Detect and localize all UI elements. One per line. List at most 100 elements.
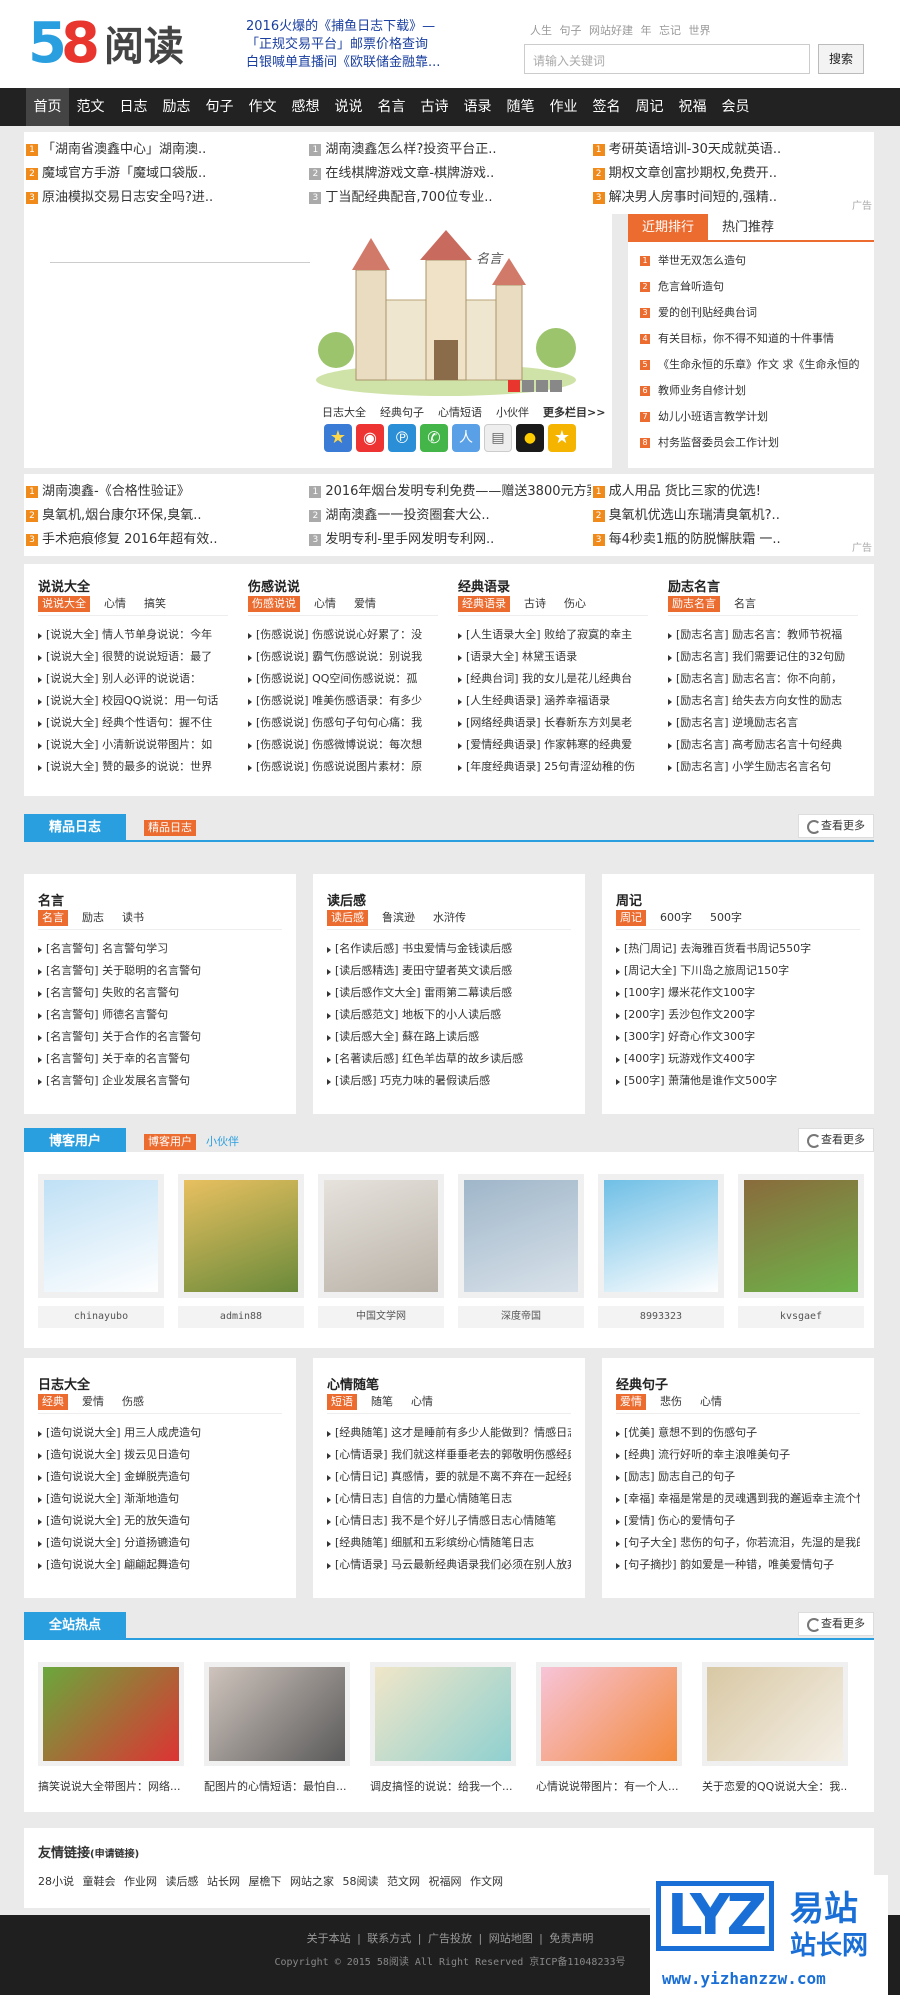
nav-item[interactable]: 古诗: [413, 88, 456, 126]
user-card[interactable]: 8993323: [598, 1174, 724, 1328]
user-card[interactable]: kvsgaef: [738, 1174, 864, 1328]
article-link[interactable]: [经典随笔] 细腻和五彩缤纷心情随笔日志: [327, 1532, 571, 1554]
ad-link[interactable]: 1 成人用品 货比三家的优选!: [591, 480, 874, 504]
nav-item[interactable]: 祝福: [671, 88, 714, 126]
hot-picture-card[interactable]: 调皮搞怪的说说：给我一个...: [370, 1662, 516, 1794]
article-link[interactable]: [伤感说说] 伤感句子句句心痛：我: [248, 712, 438, 734]
renren-icon[interactable]: 人: [452, 424, 480, 452]
article-link[interactable]: [爱情经典语录] 作家韩寒的经典爱: [458, 734, 648, 756]
column-tab[interactable]: 短语: [327, 1394, 357, 1410]
article-link[interactable]: [句子大全] 悲伤的句子，你若流泪，先湿的是我的: [616, 1532, 860, 1554]
article-link[interactable]: [爱情] 伤心的爱情句子: [616, 1510, 860, 1532]
article-link[interactable]: [造句说说大全] 无的放矢造句: [38, 1510, 282, 1532]
article-link[interactable]: [300字] 好奇心作文300字: [616, 1026, 860, 1048]
user-avatar[interactable]: [178, 1174, 304, 1298]
article-link[interactable]: [网络经典语录] 长春新东方刘昊老: [458, 712, 648, 734]
ad-link[interactable]: 2 臭氧机,烟台康尔环保,臭氧..: [24, 504, 307, 528]
star-icon[interactable]: ★: [324, 424, 352, 452]
pager-dot[interactable]: [522, 380, 534, 392]
article-link[interactable]: [励志名言] 励志名言：你不向前，: [668, 668, 858, 690]
user-card[interactable]: 中国文学网: [318, 1174, 444, 1328]
tencent-weibo-icon[interactable]: ℗: [388, 424, 416, 452]
user-avatar[interactable]: [738, 1174, 864, 1298]
article-link[interactable]: [造句说说大全] 分道扬镳造句: [38, 1532, 282, 1554]
column-tab[interactable]: 经典语录: [458, 596, 510, 612]
nav-item[interactable]: 会员: [714, 88, 757, 126]
article-link[interactable]: [励志名言] 小学生励志名言名句: [668, 756, 858, 778]
nav-item[interactable]: 句子: [198, 88, 241, 126]
nav-item[interactable]: 签名: [585, 88, 628, 126]
nav-item[interactable]: 作业: [542, 88, 585, 126]
user-name[interactable]: 中国文学网: [318, 1306, 444, 1328]
nav-item[interactable]: 范文: [69, 88, 112, 126]
qq-icon[interactable]: ●: [516, 424, 544, 452]
user-name[interactable]: admin88: [178, 1306, 304, 1328]
article-link[interactable]: [说说大全] 很赞的说说短语：最了: [38, 646, 228, 668]
nav-item[interactable]: 作文: [241, 88, 284, 126]
section-title[interactable]: 全站热点: [24, 1612, 126, 1640]
article-link[interactable]: [心情语录] 我们就这样垂垂老去的郭敬明伤感经典: [327, 1444, 571, 1466]
column-tab[interactable]: 搞笑: [140, 596, 170, 612]
column-tab[interactable]: 古诗: [520, 596, 550, 612]
column-title[interactable]: 心情随笔: [327, 1374, 571, 1394]
article-link[interactable]: [名言警句] 师德名言警句: [38, 1004, 282, 1026]
article-link[interactable]: [伤感说说] 伤感说说心好累了：没: [248, 624, 438, 646]
ad-link[interactable]: 1 「湖南省澳鑫中心」湖南澳..: [24, 138, 307, 162]
nav-item[interactable]: 励志: [155, 88, 198, 126]
article-link[interactable]: [励志名言] 逆境励志名言: [668, 712, 858, 734]
banner-illustration[interactable]: [316, 230, 584, 396]
user-name[interactable]: 深度帝国: [458, 1306, 584, 1328]
article-link[interactable]: [500字] 萧蒲他是谁作文500字: [616, 1070, 860, 1092]
ad-link[interactable]: 2 期权文章创富抄期权,免费开..: [591, 162, 874, 186]
section-title[interactable]: 精品日志: [24, 814, 126, 842]
article-link[interactable]: [心情语录] 马云最新经典语录我们必须在别人放弃: [327, 1554, 571, 1576]
article-link[interactable]: [优美] 意想不到的伤感句子: [616, 1422, 860, 1444]
article-link[interactable]: [读后感作文大全] 雷雨第二幕读后感: [327, 982, 571, 1004]
article-link[interactable]: [伤感说说] 伤感说说图片素材：原: [248, 756, 438, 778]
hot-picture[interactable]: [702, 1662, 848, 1766]
article-link[interactable]: [造句说说大全] 翩翩起舞造句: [38, 1554, 282, 1576]
column-tab[interactable]: 鲁滨逊: [378, 910, 419, 926]
column-tab[interactable]: 爱情: [78, 1394, 108, 1410]
rank-item[interactable]: 4 有关目标，你不得不知道的十件事情: [640, 326, 874, 352]
user-card[interactable]: chinayubo: [38, 1174, 164, 1328]
rank-item[interactable]: 7 幼儿小班语言教学计划: [640, 404, 874, 430]
article-link[interactable]: [周记大全] 下川岛之旅周记150字: [616, 960, 860, 982]
hot-picture-caption[interactable]: 配图片的心情短语：最怕自...: [204, 1778, 350, 1794]
clipboard-icon[interactable]: ▤: [484, 424, 512, 452]
article-link[interactable]: [100字] 爆米花作文100字: [616, 982, 860, 1004]
view-more-button[interactable]: 查看更多: [798, 1128, 874, 1152]
column-tab[interactable]: 励志名言: [668, 596, 720, 612]
hot-picture-card[interactable]: 搞笑说说大全带图片：网络...: [38, 1662, 184, 1794]
hot-picture[interactable]: [536, 1662, 682, 1766]
hot-picture-caption[interactable]: 搞笑说说大全带图片：网络...: [38, 1778, 184, 1794]
column-title[interactable]: 读后感: [327, 890, 571, 910]
rank-item[interactable]: 1 举世无双怎么造句: [640, 248, 874, 274]
article-link[interactable]: [名著读后感] 红色羊齿草的故乡读后感: [327, 1048, 571, 1070]
nav-item[interactable]: 语录: [456, 88, 499, 126]
ad-link[interactable]: 3 手术疤痕修复 2016年超有效..: [24, 528, 307, 552]
rank-item[interactable]: 2 危言耸听造句: [640, 274, 874, 300]
ad-link[interactable]: 2 湖南澳鑫一一投资圈套大公..: [307, 504, 590, 528]
article-link[interactable]: [读后感] 巧克力味的暑假读后感: [327, 1070, 571, 1092]
column-title[interactable]: 名言: [38, 890, 282, 910]
hot-picture-card[interactable]: 心情说说带图片：有一个人...: [536, 1662, 682, 1794]
article-link[interactable]: [400字] 玩游戏作文400字: [616, 1048, 860, 1070]
hot-picture-caption[interactable]: 调皮搞怪的说说：给我一个...: [370, 1778, 516, 1794]
column-tab[interactable]: 周记: [616, 910, 646, 926]
nav-item[interactable]: 名言: [370, 88, 413, 126]
article-link[interactable]: [励志] 励志自己的句子: [616, 1466, 860, 1488]
article-link[interactable]: [励志名言] 励志名言：教师节祝福: [668, 624, 858, 646]
column-title[interactable]: 周记: [616, 890, 860, 910]
section-tag[interactable]: 小伙伴: [202, 1134, 243, 1150]
article-link[interactable]: [说说大全] 别人必评的说说语：: [38, 668, 228, 690]
weibo-icon[interactable]: ◉: [356, 424, 384, 452]
column-title[interactable]: 日志大全: [38, 1374, 282, 1394]
banner-link[interactable]: 心情短语: [438, 404, 482, 420]
column-tab[interactable]: 说说大全: [38, 596, 90, 612]
article-link[interactable]: [造句说说大全] 用三人成虎造句: [38, 1422, 282, 1444]
column-title[interactable]: 经典句子: [616, 1374, 860, 1394]
hot-headline[interactable]: 2016火爆的《捕鱼日志下载》—: [246, 18, 510, 36]
article-link[interactable]: [名言警句] 关于幸的名言警句: [38, 1048, 282, 1070]
article-link[interactable]: [说说大全] 赞的最多的说说：世界: [38, 756, 228, 778]
